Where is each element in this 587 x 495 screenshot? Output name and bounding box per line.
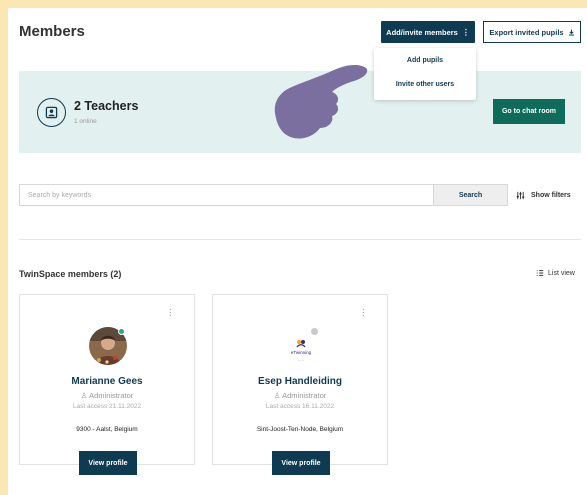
list-icon: [536, 270, 544, 276]
person-icon: ♙: [273, 391, 283, 400]
teacher-icon: [37, 98, 66, 127]
offline-status-dot: [311, 328, 318, 335]
member-role: ♙ Administrator: [80, 391, 134, 400]
show-filters-button[interactable]: Show filters: [516, 184, 571, 206]
add-invite-label: Add/invite members: [386, 27, 458, 37]
member-name: Marianne Gees: [71, 376, 143, 387]
export-invited-pupils-button[interactable]: Export invited pupils: [483, 21, 581, 43]
kebab-icon: ⋮: [461, 27, 470, 37]
view-profile-button[interactable]: View profile: [272, 451, 330, 475]
member-card: · · · eTwinning — — Esep Handleiding ♙ Adm…: [212, 294, 388, 475]
menu-item-add-pupils[interactable]: Add pupils: [374, 48, 476, 72]
search-input[interactable]: Search by keywords: [19, 184, 433, 206]
online-status-dot: [118, 328, 125, 335]
online-count: 1 online: [74, 118, 97, 125]
teachers-count-title: 2 Teachers: [74, 99, 139, 113]
go-to-chat-room-button[interactable]: Go to chat room: [493, 99, 565, 124]
add-invite-members-button[interactable]: Add/invite members ⋮: [381, 21, 475, 43]
add-invite-dropdown-menu: Add pupils Invite other users: [374, 48, 476, 100]
member-last-access: Last access 16.11.2022: [265, 403, 335, 410]
search-button[interactable]: Search: [433, 184, 508, 206]
list-view-toggle[interactable]: List view: [536, 269, 575, 277]
pointing-hand-icon: [274, 64, 368, 139]
member-location: Sint-Joost-Ten-Node, Belgium: [256, 426, 344, 433]
logo-text: eTwinning: [290, 349, 312, 355]
etwinning-logo: eTwinning — —: [282, 330, 320, 368]
list-view-label: List view: [548, 269, 575, 277]
members-page: Members Add/invite members ⋮ Export invi…: [8, 8, 587, 495]
page-title: Members: [19, 23, 85, 40]
member-name: Esep Handleiding: [258, 376, 342, 387]
member-location: 9300 - Aalst, Belgium: [76, 426, 138, 433]
show-filters-label: Show filters: [531, 191, 571, 199]
person-icon: ♙: [80, 391, 90, 400]
member-card: · · · Marianne Gees ♙ Administrator Last a…: [19, 294, 195, 475]
section-divider: [19, 239, 581, 240]
export-label: Export invited pupils: [489, 27, 564, 37]
logo-dash: — —: [297, 357, 305, 362]
card-menu-icon[interactable]: · · ·: [362, 305, 365, 321]
twinspace-members-title: TwinSpace members (2): [19, 269, 122, 279]
member-role: ♙ Administrator: [273, 391, 327, 400]
download-icon: [568, 29, 574, 35]
menu-item-invite-other-users[interactable]: Invite other users: [374, 72, 476, 96]
view-profile-button[interactable]: View profile: [79, 451, 137, 475]
filter-sliders-icon: [516, 191, 525, 199]
card-menu-icon[interactable]: · · ·: [169, 305, 172, 321]
etwinning-logo-icon: [296, 339, 306, 347]
member-last-access: Last access 21.11.2022: [72, 403, 142, 410]
